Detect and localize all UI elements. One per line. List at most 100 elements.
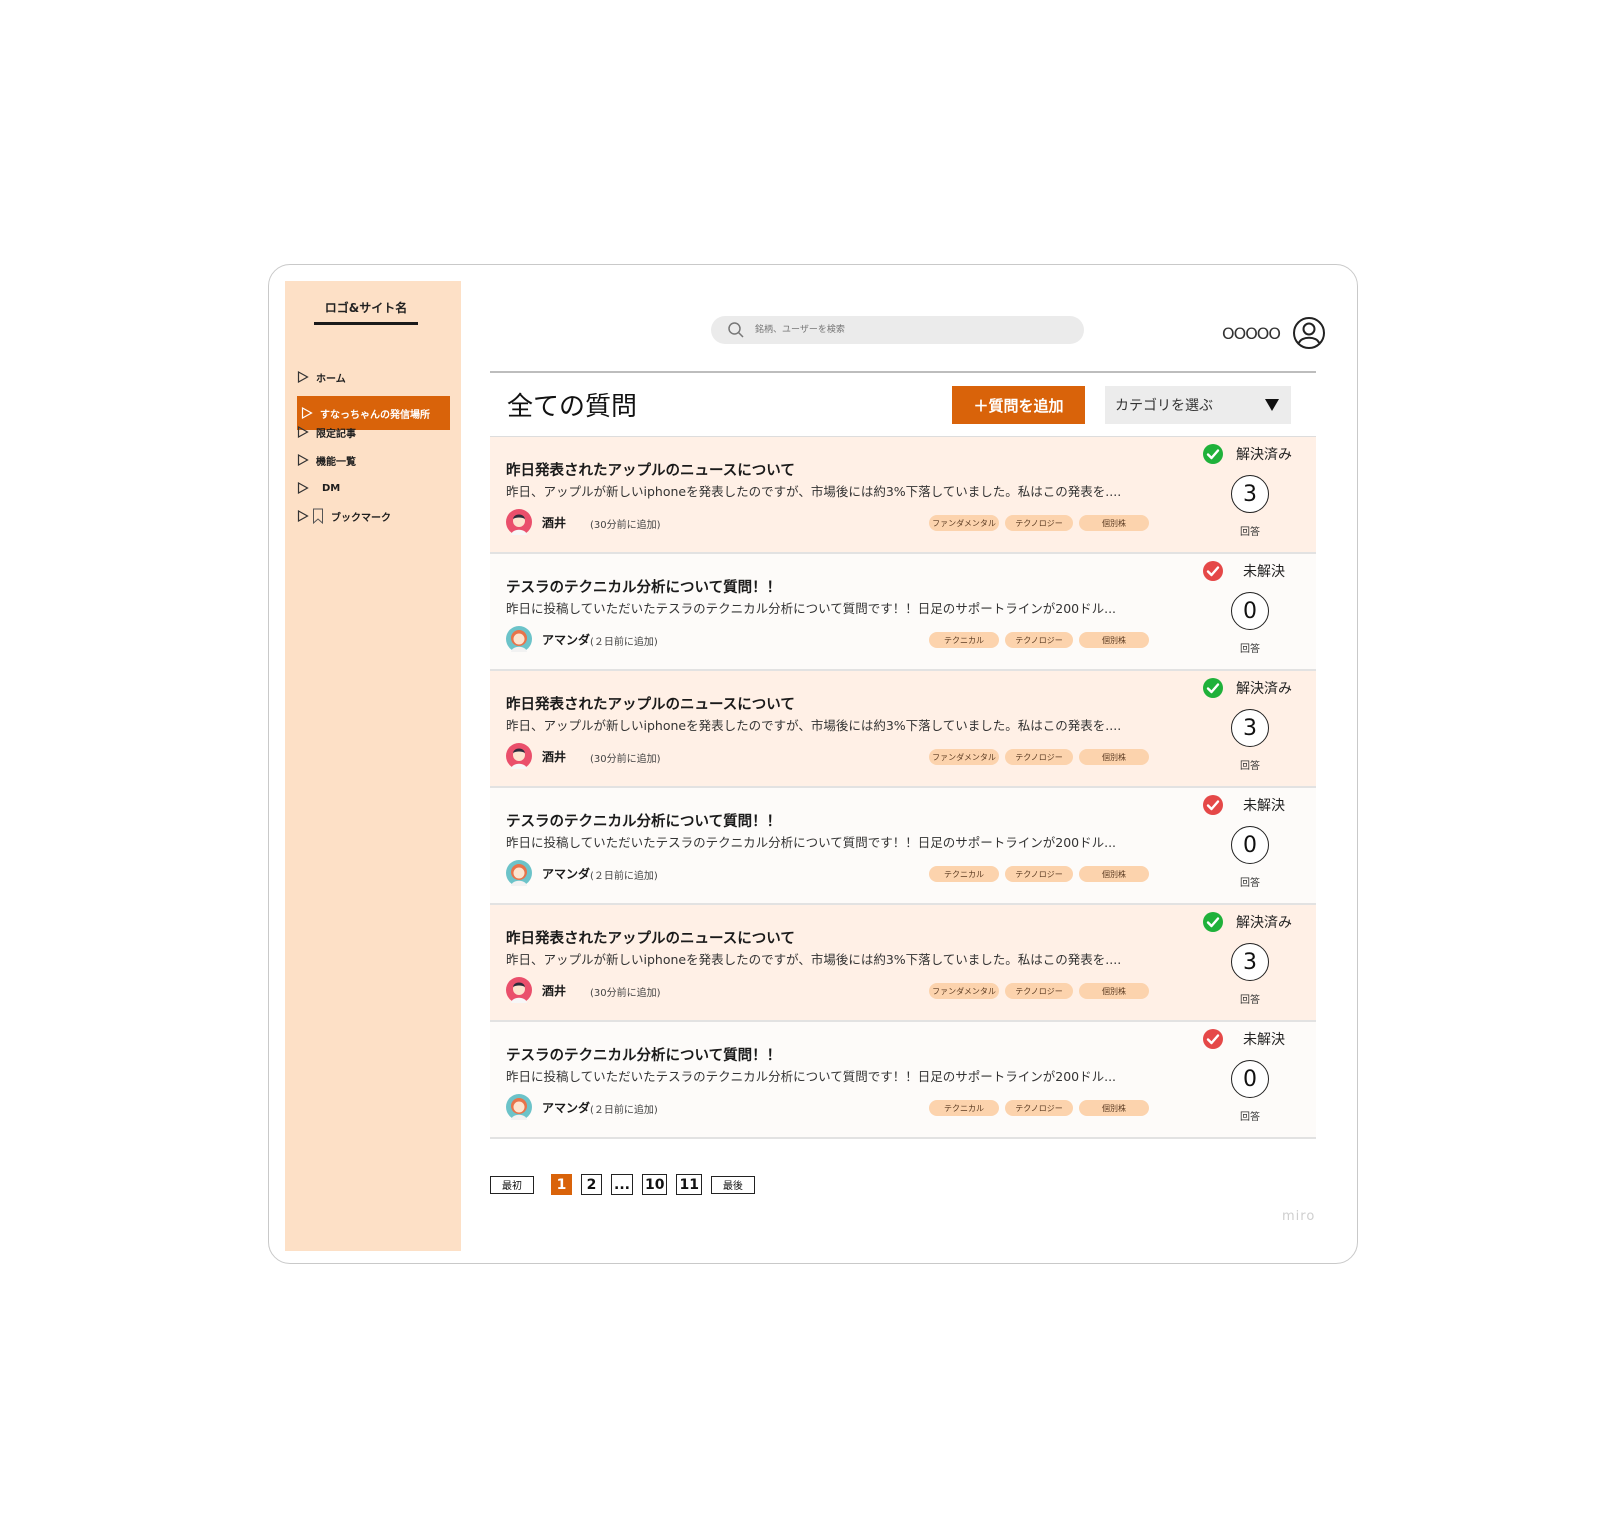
question-title[interactable]: テスラのテクニカル分析について質問！！	[506, 1044, 781, 1065]
post-time: (２日前に追加)	[590, 637, 658, 648]
question-row[interactable]: 昨日発表されたアップルのニュースについて 昨日、アップルが新しいiphoneを発表…	[490, 437, 1316, 554]
triangle-outline-icon	[297, 482, 309, 494]
answer-count-label: 回答	[1240, 878, 1260, 889]
tag-chip[interactable]: テクノロジー	[1005, 1100, 1073, 1116]
question-title[interactable]: 昨日発表されたアップルのニュースについて	[506, 693, 795, 714]
author-name[interactable]: アマンダ	[542, 865, 590, 882]
header-divider	[490, 371, 1316, 373]
page-button-10[interactable]: 10	[641, 1174, 668, 1195]
status-badge: 解決済み	[1202, 677, 1296, 699]
sidebar-item-label: ブックマーク	[331, 512, 391, 524]
triangle-outline-icon	[297, 510, 309, 522]
sidebar-item-home[interactable]: ホーム	[297, 366, 346, 388]
triangle-outline-icon	[297, 454, 309, 466]
tag-chip[interactable]: テクニカル	[929, 1100, 999, 1116]
post-time: (30分前に追加)	[590, 754, 661, 765]
tag-chip[interactable]: 個別株	[1079, 515, 1149, 531]
tag-list: テクニカル テクノロジー 個別株	[929, 866, 1149, 882]
search-icon	[728, 322, 744, 338]
check-circle-icon	[1203, 444, 1223, 464]
check-circle-icon	[1203, 1029, 1223, 1049]
tag-chip[interactable]: ファンダメンタル	[929, 515, 999, 531]
sidebar-item-label: ホーム	[316, 373, 346, 385]
question-excerpt: 昨日に投稿していただいたテスラのテクニカル分析について質問です！！日足のサポート…	[506, 601, 1117, 616]
author-name[interactable]: アマンダ	[542, 1099, 590, 1116]
tag-chip[interactable]: 個別株	[1079, 866, 1149, 882]
status-badge: 解決済み	[1202, 911, 1296, 933]
page-ellipsis: ...	[611, 1174, 633, 1195]
question-row[interactable]: テスラのテクニカル分析について質問！！ 昨日に投稿していただいたテスラのテクニカル…	[490, 554, 1316, 671]
page-last-button[interactable]: 最後	[710, 1175, 755, 1194]
tag-chip[interactable]: 個別株	[1079, 1100, 1149, 1116]
tag-chip[interactable]: テクノロジー	[1005, 983, 1073, 999]
answer-count: 0	[1231, 826, 1269, 864]
answer-count: 3	[1231, 943, 1269, 981]
page-button-1[interactable]: 1	[551, 1174, 572, 1195]
tag-chip[interactable]: テクノロジー	[1005, 749, 1073, 765]
page-button-2[interactable]: 2	[581, 1174, 602, 1195]
user-name: OOOOO	[1222, 323, 1281, 343]
check-circle-icon	[1203, 912, 1223, 932]
category-select[interactable]: カテゴリを選ぶ	[1105, 386, 1291, 424]
tag-list: ファンダメンタル テクノロジー 個別株	[929, 515, 1149, 531]
add-question-button[interactable]: ＋質問を追加	[952, 386, 1085, 424]
tag-chip[interactable]: 個別株	[1079, 632, 1149, 648]
tag-list: ファンダメンタル テクノロジー 個別株	[929, 983, 1149, 999]
triangle-outline-icon	[297, 371, 309, 383]
answer-count: 0	[1231, 1060, 1269, 1098]
site-logo[interactable]: ロゴ&サイト名	[314, 299, 418, 325]
question-row[interactable]: 昨日発表されたアップルのニュースについて昨日、アップルが新しいiphoneを発表…	[490, 905, 1316, 1022]
author-name[interactable]: アマンダ	[542, 631, 590, 648]
pagination: 最初 1 2 ... 10 11 最後	[490, 1174, 755, 1195]
tag-list: テクニカル テクノロジー 個別株	[929, 1100, 1149, 1116]
sidebar-item-dm[interactable]: DM	[297, 477, 340, 499]
question-excerpt: 昨日、アップルが新しいiphoneを発表したのですが、市場後には約3%下落してい…	[506, 952, 1122, 967]
search-input[interactable]	[753, 324, 1057, 336]
triangle-outline-icon	[297, 426, 309, 438]
question-title[interactable]: 昨日発表されたアップルのニュースについて	[506, 459, 795, 480]
author-name[interactable]: 酒井	[542, 748, 566, 765]
avatar	[506, 743, 532, 769]
avatar	[506, 860, 532, 886]
page-first-button[interactable]: 最初	[490, 1175, 534, 1194]
author-name[interactable]: 酒井	[542, 982, 566, 999]
caret-down-icon	[1265, 399, 1279, 411]
tag-chip[interactable]: テクノロジー	[1005, 632, 1073, 648]
tag-chip[interactable]: 個別株	[1079, 983, 1149, 999]
sidebar-item-limited[interactable]: 限定記事	[297, 421, 356, 443]
status-badge: 未解決	[1202, 794, 1296, 816]
check-circle-icon	[1203, 795, 1223, 815]
question-title[interactable]: 昨日発表されたアップルのニュースについて	[506, 927, 795, 948]
tag-chip[interactable]: テクニカル	[929, 632, 999, 648]
question-title[interactable]: テスラのテクニカル分析について質問！！	[506, 810, 781, 831]
post-time: (30分前に追加)	[590, 988, 661, 999]
sidebar-item-bookmark[interactable]: ブックマーク	[297, 505, 391, 527]
answer-count: 0	[1231, 592, 1269, 630]
tag-chip[interactable]: テクニカル	[929, 866, 999, 882]
answer-count: 3	[1231, 709, 1269, 747]
author-name[interactable]: 酒井	[542, 514, 566, 531]
user-account-icon[interactable]	[1292, 316, 1326, 350]
user-menu[interactable]: OOOOO	[1222, 316, 1326, 350]
answer-count-label: 回答	[1240, 761, 1260, 772]
question-row[interactable]: テスラのテクニカル分析について質問！！ 昨日に投稿していただいたテスラのテクニカル…	[490, 1022, 1316, 1139]
page-button-11[interactable]: 11	[676, 1174, 702, 1195]
question-title[interactable]: テスラのテクニカル分析について質問！！	[506, 576, 781, 597]
post-time: (２日前に追加)	[590, 1105, 658, 1116]
check-circle-icon	[1203, 678, 1223, 698]
question-row[interactable]: 昨日発表されたアップルのニュースについて 昨日、アップルが新しいiphoneを発表…	[490, 671, 1316, 788]
tag-chip[interactable]: テクノロジー	[1005, 866, 1073, 882]
bookmark-icon	[313, 508, 323, 524]
answer-count-label: 回答	[1240, 527, 1260, 538]
sidebar-item-features[interactable]: 機能一覧	[297, 449, 356, 471]
tag-list: テクニカル テクノロジー 個別株	[929, 632, 1149, 648]
tag-chip[interactable]: ファンダメンタル	[929, 749, 999, 765]
check-circle-icon	[1203, 561, 1223, 581]
search-bar[interactable]	[711, 316, 1084, 344]
status-badge: 解決済み	[1202, 443, 1296, 465]
tag-chip[interactable]: ファンダメンタル	[929, 983, 999, 999]
question-row[interactable]: テスラのテクニカル分析について質問！！ 昨日に投稿していただいたテスラのテクニカル…	[490, 788, 1316, 905]
tag-chip[interactable]: テクノロジー	[1005, 515, 1073, 531]
question-excerpt: 昨日に投稿していただいたテスラのテクニカル分析について質問です！！日足のサポート…	[506, 1069, 1117, 1084]
tag-chip[interactable]: 個別株	[1079, 749, 1149, 765]
